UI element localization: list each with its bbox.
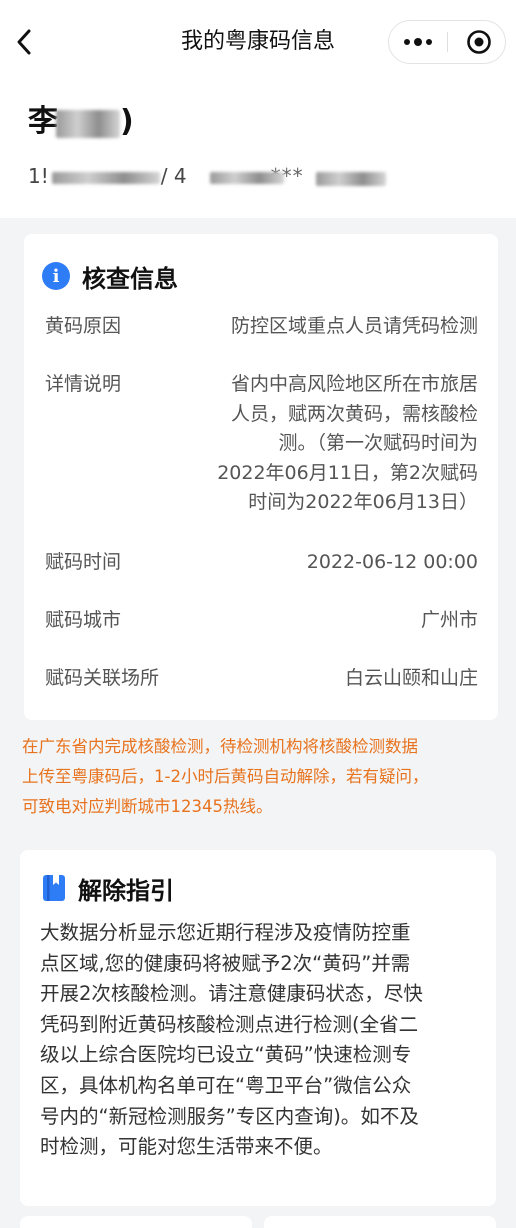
phone-prefix: 1! [28, 164, 49, 188]
guide-line: 时检测，可能对您生活带来不便。 [40, 1135, 333, 1159]
row-related-venue: 赋码关联场所 白云山颐和山庄 [45, 664, 478, 694]
guide-header: 解除指引 [42, 870, 174, 906]
row-value: 广州市 [420, 609, 478, 631]
detail-line: 测。（第一次赋码时间为 [278, 432, 478, 454]
row-value: 防控区域重点人员请凭码检测 [230, 315, 478, 337]
mini-program-capsule [388, 20, 506, 64]
guide-line: 点区域,您的健康码将被赋予2次“黄码”并需 [40, 951, 411, 975]
more-dots-icon [414, 38, 422, 46]
id-prefix: 4 [173, 164, 187, 188]
row-label: 赋码城市 [45, 609, 122, 631]
next-cards-peek [20, 1216, 496, 1228]
guide-line: 大数据分析显示您近期行程涉及疫情防控重 [40, 921, 411, 944]
more-dots-icon [404, 39, 410, 45]
notice-line: 在广东省内完成核酸检测，待检测机构将核酸检测数据 [22, 737, 418, 756]
nav-bar: 我的粤康码信息 [0, 0, 516, 84]
row-label: 赋码关联场所 [45, 667, 160, 689]
notice-line: 上传至粤康码后，1-2小时后黄码自动解除，若有疑问， [22, 762, 494, 792]
guide-text: 大数据分析显示您近期行程涉及疫情防控重 点区域,您的健康码将被赋予2次“黄码”并… [40, 918, 480, 1163]
row-assign-city: 赋码城市 广州市 [45, 606, 478, 636]
row-yellow-reason: 黄码原因 防控区域重点人员请凭码检测 [45, 312, 478, 342]
detail-line: 时间为2022年06月13日） [248, 491, 478, 513]
guide-line: 凭码到附近黄码核酸检测点进行检测(全省二 [40, 1012, 419, 1036]
card-peek [264, 1216, 496, 1228]
guide-line: 开展2次核酸检测。请注意健康码状态，尽快 [40, 982, 423, 1006]
phone-redaction [52, 172, 160, 184]
card-peek [20, 1216, 252, 1228]
row-value-detail: 省内中高风险地区所在市旅居 人员，赋两次黄码，需核酸检 测。（第一次赋码时间为 … [188, 370, 478, 518]
id-separator: / [160, 164, 168, 188]
guide-line: 区，具体机构名单可在“粤卫平台”微信公众 [40, 1073, 412, 1097]
check-info-header: i 核查信息 [42, 258, 178, 294]
detail-line: 人员，赋两次黄码，需核酸检 [230, 402, 478, 425]
user-name-tail: ) [120, 104, 134, 139]
close-button[interactable] [453, 21, 505, 63]
more-button[interactable] [389, 21, 447, 63]
row-detail: 详情说明 省内中高风险地区所在市旅居 人员，赋两次黄码，需核酸检 测。（第一次赋… [45, 370, 478, 520]
name-redaction [56, 110, 120, 138]
info-icon: i [42, 262, 70, 290]
row-value: 2022-06-12 00:00 [306, 551, 478, 573]
check-info-title: 核查信息 [82, 264, 178, 293]
target-circle-icon [467, 30, 491, 54]
row-value: 白云山颐和山庄 [344, 667, 478, 689]
detail-line: 省内中高风险地区所在市旅居 [230, 373, 478, 395]
row-assign-time: 赋码时间 2022-06-12 00:00 [45, 548, 478, 578]
row-label: 详情说明 [45, 373, 122, 395]
notice-line: 可致电对应判断城市12345热线。 [22, 797, 273, 816]
notice-segment: 若有疑问， [345, 767, 429, 786]
user-name-visible: 李 [28, 104, 58, 139]
guide-title: 解除指引 [78, 876, 174, 905]
release-guide-card: 解除指引 大数据分析显示您近期行程涉及疫情防控重 点区域,您的健康码将被赋予2次… [20, 850, 496, 1206]
id-redaction-b [316, 172, 386, 186]
detail-line: 2022年06月11日，第2次赋码 [217, 461, 478, 484]
release-notice: 在广东省内完成核酸检测，待检测机构将核酸检测数据 上传至粤康码后，1-2小时后黄… [22, 732, 494, 822]
check-info-card: i 核查信息 黄码原因 防控区域重点人员请凭码检测 详情说明 省内中高风险地区所… [24, 234, 498, 720]
book-icon [43, 875, 65, 901]
row-label: 黄码原因 [45, 315, 122, 337]
notice-segment: 上传至粤康码后，1-2小时后黄码自动解除， [22, 767, 346, 786]
guide-line: 级以上综合医院均已设立“黄码”快速检测专 [40, 1043, 412, 1067]
capsule-divider [447, 32, 448, 52]
id-redaction-a [210, 172, 284, 184]
guide-line: 号内的“新冠检测服务”专区内查询)。如不及 [40, 1104, 419, 1128]
row-label: 赋码时间 [45, 551, 122, 573]
more-dots-icon [426, 39, 432, 45]
